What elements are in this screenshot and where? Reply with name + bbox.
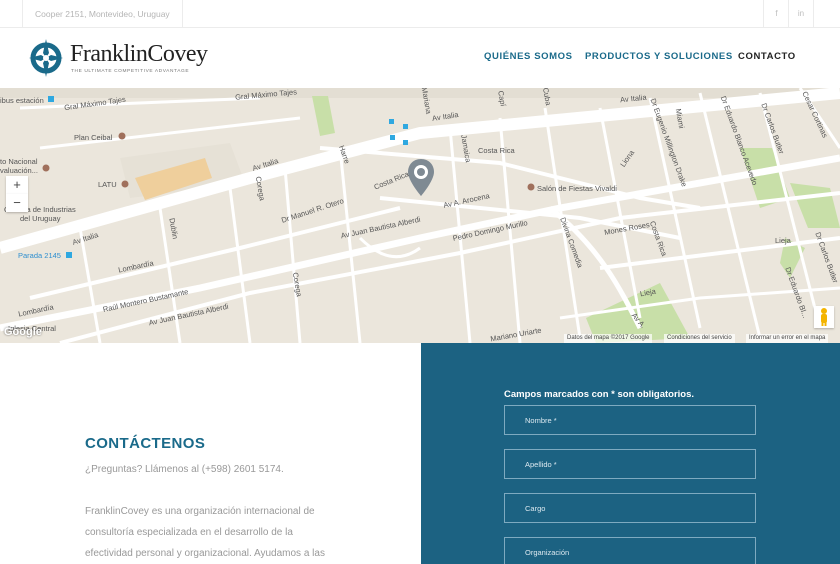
google-logo: Google xyxy=(4,326,42,338)
linkedin-icon[interactable]: in xyxy=(788,0,814,28)
nav-productos-soluciones[interactable]: PRODUCTOS Y SOLUCIONES xyxy=(585,51,733,62)
brand-logo[interactable]: FranklinCovey THE ULTIMATE COMPETITIVE A… xyxy=(28,37,208,79)
pegman-icon xyxy=(821,308,827,326)
map-zoom-in-button[interactable]: + xyxy=(6,176,28,194)
required-fields-note: Campos marcados con * son obligatorios. xyxy=(504,389,695,400)
map-terms-link[interactable]: Condiciones del servicio xyxy=(664,334,735,343)
map-data-attribution: Datos del mapa ©2017 Google xyxy=(564,334,653,343)
brand-tagline: THE ULTIMATE COMPETITIVE ADVANTAGE xyxy=(71,69,190,74)
location-pin-icon[interactable] xyxy=(406,158,436,198)
map-label: LATU xyxy=(98,180,117,189)
organizacion-field[interactable] xyxy=(504,537,756,564)
map-report-error-link[interactable]: Informar un error en el mapa xyxy=(746,334,829,343)
map-label: ibus estación xyxy=(0,96,44,105)
street-view-pegman-icon[interactable] xyxy=(814,306,834,328)
site-header: FranklinCovey THE ULTIMATE COMPETITIVE A… xyxy=(0,28,840,88)
map-label: Costa Rica xyxy=(478,146,515,155)
nombre-field[interactable] xyxy=(504,405,756,435)
contact-title: CONTÁCTENOS xyxy=(85,435,206,452)
map-label: Lieja xyxy=(775,236,791,245)
brand-name: FranklinCovey xyxy=(70,41,208,67)
address-text: Cooper 2151, Montevideo, Uruguay xyxy=(22,0,183,28)
contact-form-panel: Campos marcados con * son obligatorios. xyxy=(421,343,840,564)
map-label: Salón de Fiestas Vivaldi xyxy=(537,184,617,193)
contact-description: FranklinCovey es una organización intern… xyxy=(85,501,355,564)
facebook-icon[interactable]: f xyxy=(763,0,789,28)
map-label: del Uruguay xyxy=(20,214,61,223)
map-label: Plan Ceibal xyxy=(74,133,113,142)
map-zoom-out-button[interactable]: − xyxy=(6,194,28,212)
map-label: Parada 2145 xyxy=(18,251,61,260)
apellido-field[interactable] xyxy=(504,449,756,479)
contact-description-line: consultoría especializada en el desarrol… xyxy=(85,527,293,538)
contact-description-line: efectividad personal y organizacional. A… xyxy=(85,548,325,559)
map-label: valuación... xyxy=(0,166,38,175)
map-label: to Nacional xyxy=(0,157,38,166)
nav-quienes-somos[interactable]: QUIÉNES SOMOS xyxy=(484,51,573,62)
cargo-field[interactable] xyxy=(504,493,756,523)
location-map[interactable]: ibus estación Gral Máximo Tajes Gral Máx… xyxy=(0,88,840,343)
compass-logo-icon xyxy=(29,39,63,77)
contact-description-line: FranklinCovey es una organización intern… xyxy=(85,506,315,517)
contact-phone-text: ¿Preguntas? Llámenos al (+598) 2601 5174… xyxy=(85,464,284,475)
top-bar: Cooper 2151, Montevideo, Uruguay f in xyxy=(0,0,840,28)
nav-contacto[interactable]: CONTACTO xyxy=(738,51,796,62)
